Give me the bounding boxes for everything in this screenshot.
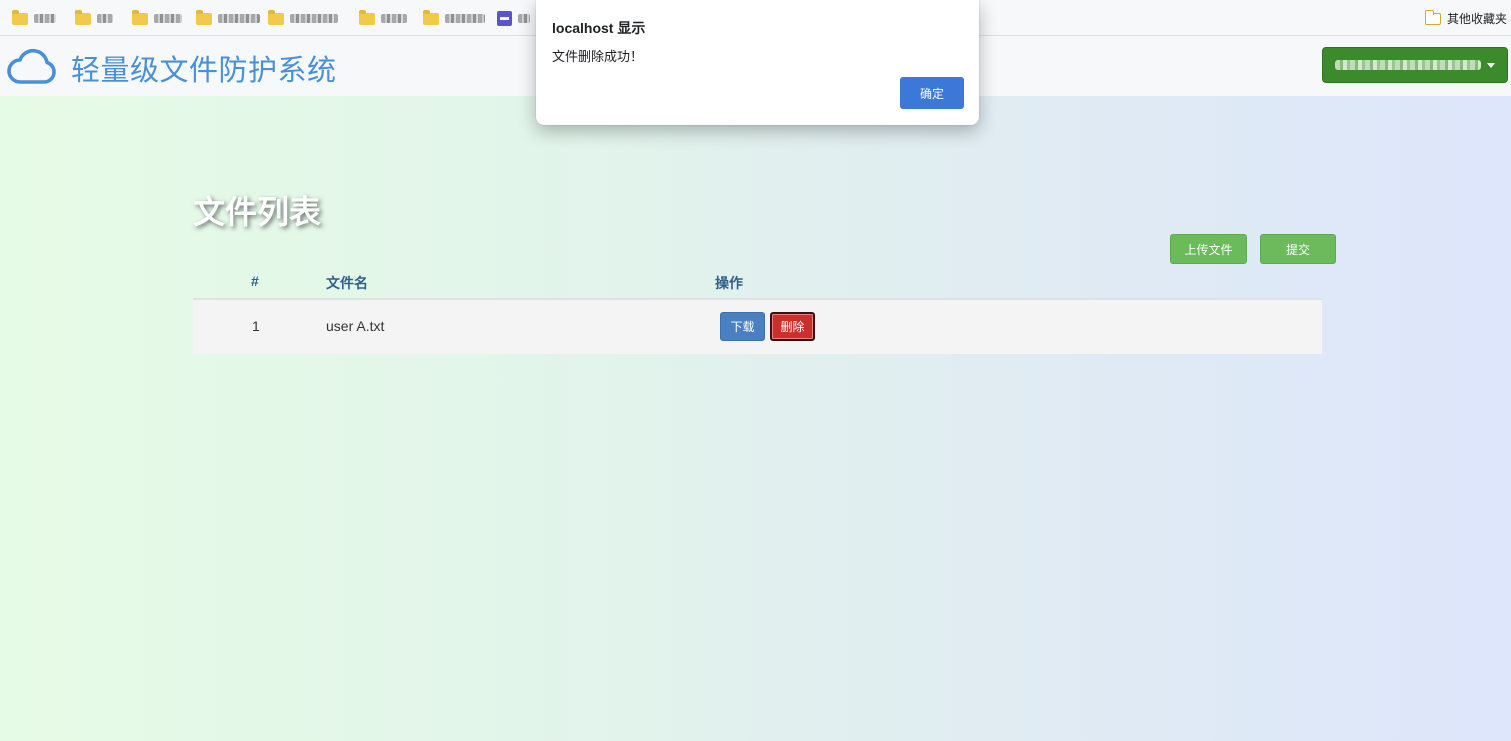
download-button[interactable]: 下载: [720, 312, 765, 341]
submit-button[interactable]: 提交: [1260, 234, 1336, 264]
folder-icon: [359, 10, 375, 25]
blurred-label: [218, 13, 260, 23]
bookmark-app[interactable]: [497, 9, 530, 27]
blurred-label: [290, 13, 338, 23]
folder-icon: [12, 10, 28, 25]
folder-icon: [1424, 10, 1441, 25]
cloud-icon: [7, 48, 56, 84]
column-header-actions: 操作: [715, 275, 743, 291]
blurred-label: [154, 13, 182, 23]
blurred-label: [518, 13, 530, 23]
folder-icon: [132, 10, 148, 25]
folder-icon: [268, 10, 284, 25]
folder-icon: [423, 10, 439, 25]
bookmark-folder-1[interactable]: [12, 9, 56, 27]
other-bookmarks-label: 其他收藏夹: [1447, 11, 1508, 26]
table-header-row: # 文件名 操作: [193, 262, 1322, 300]
app-title: 轻量级文件防护系统: [71, 55, 337, 87]
app-tile-icon: [497, 10, 512, 26]
upload-file-button[interactable]: 上传文件: [1170, 234, 1247, 264]
bookmark-folder-7[interactable]: [423, 9, 485, 27]
folder-icon: [75, 10, 91, 25]
bookmark-folder-3[interactable]: [132, 9, 182, 27]
blurred-username: [1335, 60, 1481, 70]
blurred-label: [381, 13, 407, 23]
user-menu-button[interactable]: [1322, 47, 1508, 83]
delete-button[interactable]: 删除: [770, 312, 815, 341]
bookmark-folder-4[interactable]: [196, 9, 260, 27]
blurred-label: [34, 13, 56, 23]
dialog-ok-button[interactable]: 确定: [900, 77, 964, 109]
bookmark-folder-5[interactable]: [268, 9, 338, 27]
bookmark-other-folders[interactable]: 其他收藏夹: [1424, 9, 1508, 27]
page-title: 文件列表: [193, 194, 322, 230]
row-index: 1: [252, 318, 260, 334]
caret-down-icon: [1487, 63, 1495, 68]
dialog-message: 文件删除成功！: [552, 49, 644, 64]
alert-dialog: localhost 显示 文件删除成功！ 确定: [536, 0, 979, 125]
folder-icon: [196, 10, 212, 25]
bookmark-folder-6[interactable]: [359, 9, 407, 27]
row-filename: user A.txt: [326, 318, 385, 334]
column-header-index: #: [251, 273, 259, 289]
file-table: # 文件名 操作 1 user A.txt 下载 删除: [193, 262, 1322, 354]
table-row: 1 user A.txt 下载 删除: [193, 300, 1322, 354]
blurred-label: [97, 13, 113, 23]
dialog-title: localhost 显示: [552, 20, 646, 36]
column-header-filename: 文件名: [326, 275, 368, 291]
blurred-label: [445, 13, 485, 23]
bookmark-folder-2[interactable]: [75, 9, 113, 27]
